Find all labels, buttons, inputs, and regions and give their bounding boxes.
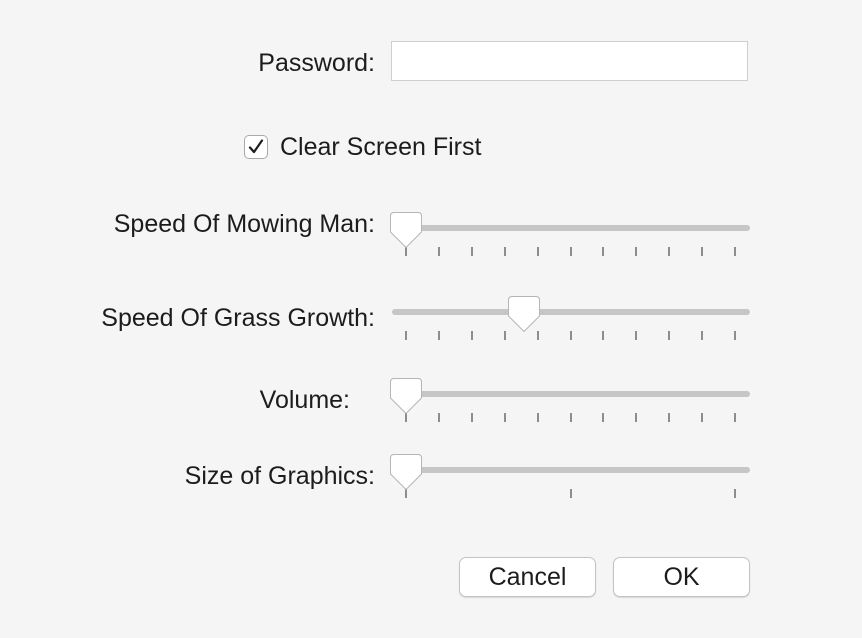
slider-ticks bbox=[392, 489, 750, 499]
password-field[interactable] bbox=[391, 41, 748, 81]
clear-screen-label: Clear Screen First bbox=[280, 133, 482, 161]
slider-tick bbox=[635, 247, 638, 256]
graphics-size-label: Size of Graphics: bbox=[184, 462, 375, 490]
preferences-dialog: Password: Clear Screen First Speed Of Mo… bbox=[0, 0, 862, 638]
slider-track[interactable] bbox=[392, 467, 750, 473]
slider-ticks bbox=[392, 413, 750, 423]
slider-track[interactable] bbox=[392, 391, 750, 397]
slider-tick bbox=[668, 413, 671, 422]
cancel-button[interactable]: Cancel bbox=[459, 557, 596, 597]
slider-tick bbox=[470, 247, 473, 256]
slider-tick bbox=[668, 331, 671, 340]
slider-tick bbox=[503, 331, 506, 340]
checkbox-box[interactable] bbox=[244, 135, 268, 159]
ok-button[interactable]: OK bbox=[613, 557, 750, 597]
slider-tick bbox=[734, 331, 736, 340]
slider-tick bbox=[437, 413, 440, 422]
slider-track[interactable] bbox=[392, 225, 750, 231]
slider-tick bbox=[569, 489, 572, 498]
slider-tick bbox=[470, 331, 473, 340]
slider-ticks bbox=[392, 331, 750, 341]
slider-tick bbox=[437, 331, 440, 340]
volume-slider[interactable] bbox=[390, 378, 750, 435]
slider-tick bbox=[437, 247, 440, 256]
graphics-size-slider[interactable] bbox=[390, 454, 750, 511]
grass-speed-slider[interactable] bbox=[392, 296, 750, 353]
volume-label: Volume: bbox=[259, 386, 350, 414]
slider-thumb[interactable] bbox=[389, 453, 423, 491]
slider-tick bbox=[405, 331, 407, 340]
clear-screen-checkbox[interactable]: Clear Screen First bbox=[244, 132, 481, 162]
slider-tick bbox=[668, 247, 671, 256]
mowing-speed-label: Speed Of Mowing Man: bbox=[113, 210, 375, 238]
slider-thumb[interactable] bbox=[507, 295, 541, 333]
slider-tick bbox=[734, 489, 736, 498]
slider-tick bbox=[734, 413, 736, 422]
slider-tick bbox=[536, 247, 539, 256]
password-label: Password: bbox=[258, 49, 375, 77]
grass-speed-label: Speed Of Grass Growth: bbox=[101, 304, 375, 332]
slider-tick bbox=[701, 331, 704, 340]
slider-tick bbox=[569, 247, 572, 256]
slider-tick bbox=[503, 413, 506, 422]
slider-tick bbox=[569, 331, 572, 340]
checkmark-icon bbox=[248, 139, 264, 154]
slider-tick bbox=[470, 413, 473, 422]
slider-tick bbox=[701, 413, 704, 422]
slider-tick bbox=[602, 413, 605, 422]
slider-tick bbox=[701, 247, 704, 256]
mowing-speed-slider[interactable] bbox=[390, 212, 750, 269]
slider-tick bbox=[569, 413, 572, 422]
slider-tick bbox=[503, 247, 506, 256]
slider-ticks bbox=[392, 247, 750, 257]
slider-tick bbox=[635, 413, 638, 422]
slider-track[interactable] bbox=[392, 309, 750, 315]
slider-tick bbox=[734, 247, 736, 256]
slider-tick bbox=[536, 413, 539, 422]
slider-thumb[interactable] bbox=[389, 377, 423, 415]
slider-thumb[interactable] bbox=[389, 211, 423, 249]
slider-tick bbox=[602, 331, 605, 340]
slider-tick bbox=[635, 331, 638, 340]
slider-tick bbox=[602, 247, 605, 256]
